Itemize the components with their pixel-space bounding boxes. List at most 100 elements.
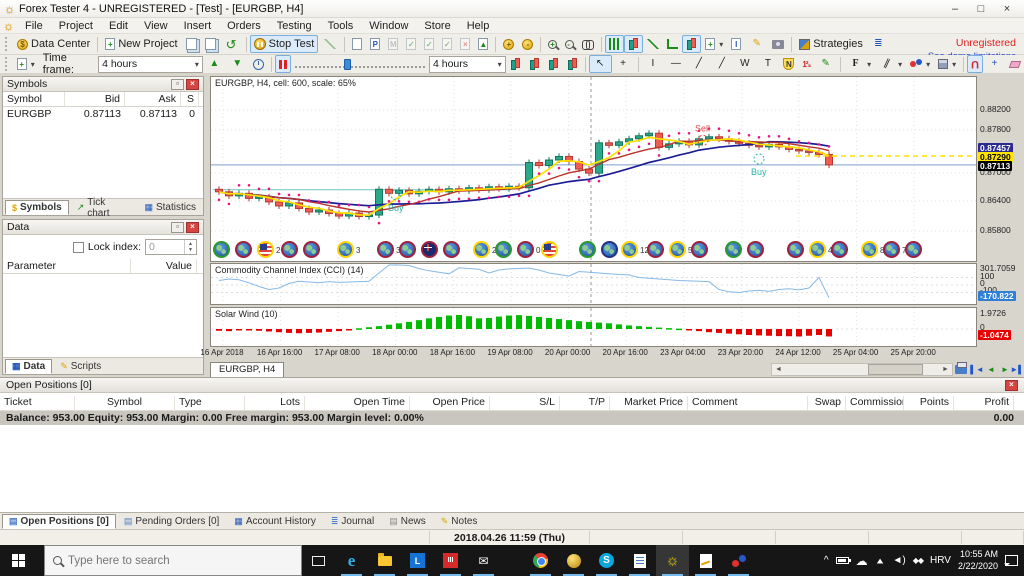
price-chart-plot[interactable]: Buy Sell Buy	[211, 77, 976, 261]
tab-scripts[interactable]: ✎ Scripts	[53, 359, 108, 374]
taskbar-skype[interactable]: S	[590, 545, 623, 576]
positions-close-button[interactable]: ×	[1005, 379, 1018, 391]
symbols-minimize-button[interactable]: ▫	[171, 78, 184, 90]
menu-orders[interactable]: Orders	[219, 19, 269, 33]
news-flag-icon[interactable]	[443, 241, 460, 258]
restart-button[interactable]: ↺	[220, 35, 243, 53]
deposit-button[interactable]: ▲	[474, 35, 492, 53]
news-flag-icon[interactable]	[281, 241, 298, 258]
taskbar-edge[interactable]: e	[335, 545, 368, 576]
menu-view[interactable]: View	[136, 19, 176, 33]
cci-panel[interactable]: Commodity Channel Index (CCI) (14)	[210, 263, 977, 305]
go-last-button[interactable]: ►▌	[1010, 362, 1024, 376]
new-project-button[interactable]: + New Project	[101, 35, 181, 53]
news-flag-icon[interactable]	[601, 241, 618, 258]
dropbox-icon[interactable]: ◆◆	[913, 556, 924, 565]
news-flag-icon[interactable]	[831, 241, 848, 258]
news-flag-icon[interactable]: 3	[337, 241, 360, 258]
timeframe-down-button[interactable]: ▼	[226, 55, 249, 73]
solar-wind-panel[interactable]: Solar Wind (10)	[210, 307, 977, 347]
news-flag-icon[interactable]	[579, 241, 596, 258]
snap-tool-button[interactable]: +	[983, 55, 1006, 73]
add-chart-button[interactable]: + ▾	[701, 35, 727, 53]
news-flag-icon[interactable]	[541, 241, 558, 258]
lock-index-checkbox[interactable]	[72, 241, 84, 253]
maximize-button[interactable]: □	[968, 1, 994, 17]
volume-icon[interactable]: ◄)	[892, 555, 905, 566]
new-order-button[interactable]	[348, 35, 366, 53]
news-flag-icon[interactable]: 5	[669, 241, 692, 258]
search-input[interactable]	[68, 554, 258, 567]
action-center-icon[interactable]	[1004, 555, 1018, 566]
positions-col-profit[interactable]: Profit	[954, 396, 1014, 410]
price-chart-panel[interactable]: EURGBP, H4, cell: 600, scale: 65% Buy Sel…	[210, 76, 977, 262]
scroll-thumb[interactable]	[868, 364, 923, 375]
news-flag-icon[interactable]: 2	[473, 241, 496, 258]
vline-tool-button[interactable]: I	[641, 55, 664, 73]
news-flag-icon[interactable]: 2	[257, 241, 280, 258]
bottom-tab-pending-orders-0-[interactable]: ▤ Pending Orders [0]	[117, 514, 226, 529]
bottom-tab-journal[interactable]: ≣ Journal	[324, 514, 381, 529]
cursor-tool-button[interactable]: ↖	[588, 55, 612, 73]
taskbar-chrome[interactable]	[524, 545, 557, 576]
tab-data[interactable]: ▦ Data	[5, 359, 53, 374]
candles-mode-button[interactable]	[624, 35, 644, 53]
zoom-out-button[interactable]: -	[561, 35, 578, 53]
trendline-tool-button[interactable]: ╱	[687, 55, 710, 73]
positions-col-t-p[interactable]: T/P	[560, 396, 610, 410]
news-flag-icon[interactable]	[905, 241, 922, 258]
toolbar-grip[interactable]	[5, 37, 9, 51]
positions-col-s-l[interactable]: S/L	[490, 396, 560, 410]
menu-file[interactable]: File	[17, 19, 51, 33]
speed-slider-thumb[interactable]	[344, 59, 352, 70]
find-bar-button[interactable]	[578, 35, 598, 53]
pending-order-button[interactable]: P	[366, 35, 384, 53]
time-settings-button[interactable]	[249, 55, 268, 73]
positions-col-comment[interactable]: Comment	[688, 396, 808, 410]
symbols-col-s[interactable]: S	[181, 92, 199, 106]
news-flag-icon[interactable]	[495, 241, 512, 258]
delete-order-button[interactable]: ×	[456, 35, 474, 53]
bottom-tab-open-positions-0-[interactable]: ▤ Open Positions [0]	[2, 514, 116, 529]
bottom-tab-account-history[interactable]: ▦ Account History	[227, 514, 323, 529]
numbers-tool-button[interactable]: 1²₃	[798, 55, 814, 73]
menu-edit[interactable]: Edit	[101, 19, 136, 33]
wifi-icon[interactable]: ▲	[875, 556, 886, 565]
news-flag-icon[interactable]	[691, 241, 708, 258]
go-prev-button[interactable]: ◄	[984, 362, 998, 376]
jump-back-button[interactable]	[544, 55, 563, 73]
tab-symbols[interactable]: $ Symbols	[5, 200, 69, 215]
scroll-track[interactable]	[785, 364, 939, 375]
toolbar-grip-2[interactable]	[5, 57, 9, 71]
symbols-row[interactable]: EURGBP 0.87113 0.87113 0	[3, 107, 203, 121]
step-timeframe-select[interactable]: 4 hours ▾	[429, 55, 506, 73]
ray-tool-button[interactable]: ╱	[710, 55, 733, 73]
news-flag-icon[interactable]	[747, 241, 764, 258]
spinner-arrows[interactable]: ▲ ▼	[184, 240, 196, 254]
draw-tool-button[interactable]: ✎	[814, 55, 837, 73]
positions-col-points[interactable]: Points	[904, 396, 954, 410]
language-indicator[interactable]: HRV	[930, 555, 951, 566]
taskbar-gold-app[interactable]	[557, 545, 590, 576]
wave-tool-button[interactable]: W	[733, 55, 756, 73]
news-flag-icon[interactable]: 12	[621, 241, 649, 258]
taskbar-app-red[interactable]: III	[434, 545, 467, 576]
menu-window[interactable]: Window	[361, 19, 416, 33]
menu-help[interactable]: Help	[459, 19, 498, 33]
taskbar-writer[interactable]	[623, 545, 656, 576]
new-chart-button[interactable]: + ▾	[13, 55, 39, 73]
add-funds-button[interactable]: +	[499, 35, 518, 53]
positions-col-market-price[interactable]: Market Price	[610, 396, 688, 410]
positions-col-open-price[interactable]: Open Price	[410, 396, 490, 410]
bars-mode-button[interactable]	[605, 35, 625, 53]
taskbar-notes-app[interactable]	[689, 545, 722, 576]
bottom-tab-notes[interactable]: ✎ Notes	[434, 514, 485, 529]
start-button[interactable]	[0, 545, 44, 576]
news-flag-icon[interactable]: 8	[861, 241, 884, 258]
news-flag-icon[interactable]: 4	[809, 241, 832, 258]
objects-tool-button[interactable]: ▾	[934, 55, 960, 73]
positions-col-type[interactable]: Type	[175, 396, 245, 410]
positions-col-open-time[interactable]: Open Time	[305, 396, 410, 410]
close-partial-button[interactable]: ✓	[420, 35, 438, 53]
data-center-button[interactable]: $ Data Center	[13, 35, 94, 53]
